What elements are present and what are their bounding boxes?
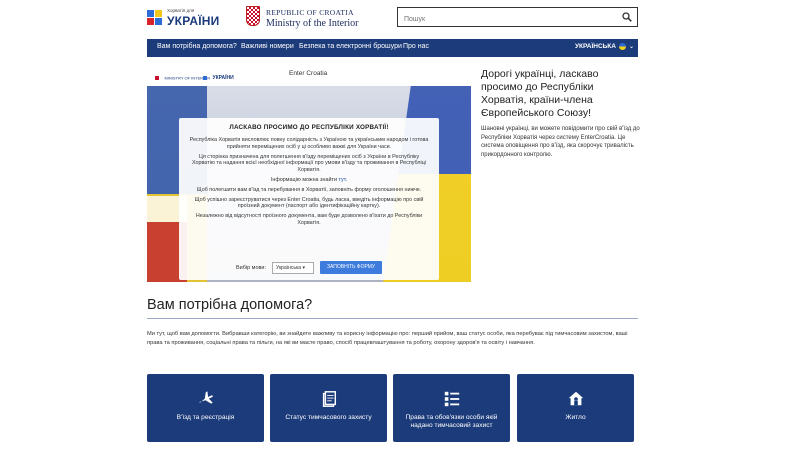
language-label: УКРАЇНСЬКА <box>574 43 616 50</box>
welcome-heading: Дорогі українці, ласкаво просимо до Респ… <box>481 68 599 119</box>
site-header: Хорватія для УКРАЇНИ REPUBLIC OF CROATIA… <box>0 0 800 38</box>
welcome-paragraph: Ця сторінка призначена для полегшення в'… <box>191 153 427 174</box>
welcome-paragraph: Республіка Хорватія висловлює повну солі… <box>189 137 429 150</box>
nav-item-about[interactable]: Про нас <box>403 43 429 50</box>
croatian-coat-of-arms-icon <box>246 6 260 26</box>
category-card-label: Права та обов'язки особи якій надано тим… <box>405 414 498 429</box>
search-input[interactable] <box>398 10 608 29</box>
logo-square-icon <box>147 18 154 25</box>
search-icon[interactable] <box>622 12 632 22</box>
hero-banner: ЛАСКАВО ПРОСИМО ДО РЕСПУБЛІКИ ХОРВАТІЇ! … <box>147 86 471 282</box>
language-form-controls: Вибір мови: Українська ▾ ЗАПОВНІТЬ ФОРМУ <box>179 261 439 274</box>
help-section-description: Ми тут, щоб вам допомогти. Вибравши кате… <box>147 331 628 346</box>
ministry-line-2: Ministry of the Interior <box>266 18 359 29</box>
category-card-temporary-protection[interactable]: Статус тимчасового захисту <box>270 374 387 442</box>
language-select[interactable]: Українська ▾ <box>272 261 315 274</box>
mini-square-icon <box>203 75 207 80</box>
croatia-for-ukraine-logo[interactable]: Хорватія для УКРАЇНИ <box>147 7 220 29</box>
info-text: . <box>345 176 348 183</box>
welcome-paragraph: Щоб успішно зареєструватися через Enter … <box>194 196 424 210</box>
hero-header-strip: MINISTRY OF INTERIOR УКРАЇНИ Enter Croat… <box>147 64 471 86</box>
mini-coat-icon <box>155 75 159 80</box>
welcome-form-card: ЛАСКАВО ПРОСИМО ДО РЕСПУБЛІКИ ХОРВАТІЇ! … <box>179 118 439 280</box>
housing-icon <box>568 391 583 406</box>
category-card-label: Житло <box>565 414 586 421</box>
main-nav: Вам потрібна допомога? Важливі номери Бе… <box>147 39 638 57</box>
category-card-rights-obligations[interactable]: Права та обов'язки особи якій надано тим… <box>393 374 510 442</box>
nav-item-important-numbers[interactable]: Важливі номери <box>241 43 294 50</box>
info-text: Інформацію можна знайти <box>270 176 339 183</box>
logo-small-text: Хорватія для <box>167 8 195 13</box>
category-card-housing[interactable]: Житло <box>517 374 634 442</box>
welcome-body-text: Шановні українці, ви можете повідомити п… <box>481 126 640 158</box>
fill-form-button[interactable]: ЗАПОВНІТЬ ФОРМУ <box>320 261 383 274</box>
info-here-link[interactable]: тут <box>338 177 345 183</box>
search-box <box>397 7 638 29</box>
ministry-line-1: REPUBLIC OF CROATIA <box>266 8 354 17</box>
logo-square-icon <box>155 10 162 17</box>
category-card-label: В'їзд та реєстрація <box>176 414 235 421</box>
section-divider <box>147 318 638 319</box>
enter-croatia-label: Enter Croatia <box>289 70 328 77</box>
mini-ukraine-logo: УКРАЇНИ <box>203 69 234 81</box>
mini-logo-text: УКРАЇНИ <box>212 74 234 81</box>
category-card-entry-registration[interactable]: В'їзд та реєстрація <box>147 374 264 442</box>
language-select-label: Вибір мови: <box>235 264 267 271</box>
list-icon <box>444 391 459 407</box>
help-section-title: Вам потрібна допомога? <box>147 297 313 313</box>
ukraine-flag-icon <box>618 43 626 50</box>
chevron-down-icon: ⌄ <box>628 44 634 50</box>
logo-square-icon <box>155 18 162 25</box>
language-select-value: Українська <box>276 264 302 271</box>
plane-icon <box>198 391 213 404</box>
nav-item-safety-brochures[interactable]: Безпека та електронні брошури <box>299 43 402 50</box>
welcome-card-title: ЛАСКАВО ПРОСИМО ДО РЕСПУБЛІКИ ХОРВАТІЇ! <box>229 124 389 131</box>
chevron-down-icon: ▾ <box>302 264 305 271</box>
logo-square-icon <box>147 10 154 17</box>
category-card-label: Статус тимчасового захисту <box>285 414 372 421</box>
welcome-paragraph: Щоб полегшити вам в'їзд та перебування в… <box>196 186 422 193</box>
language-switcher[interactable]: УКРАЇНСЬКА ⌄ <box>575 43 634 50</box>
info-paragraph: Інформацію можна знайти тут. <box>187 177 431 184</box>
nav-item-help[interactable]: Вам потрібна допомога? <box>157 43 237 50</box>
welcome-paragraph: Незалежно від відсутності проїзного доку… <box>195 213 423 226</box>
logo-big-text: УКРАЇНИ <box>167 14 220 28</box>
document-icon <box>322 391 336 407</box>
ministry-text: REPUBLIC OF CROATIA Ministry of the Inte… <box>266 8 358 29</box>
